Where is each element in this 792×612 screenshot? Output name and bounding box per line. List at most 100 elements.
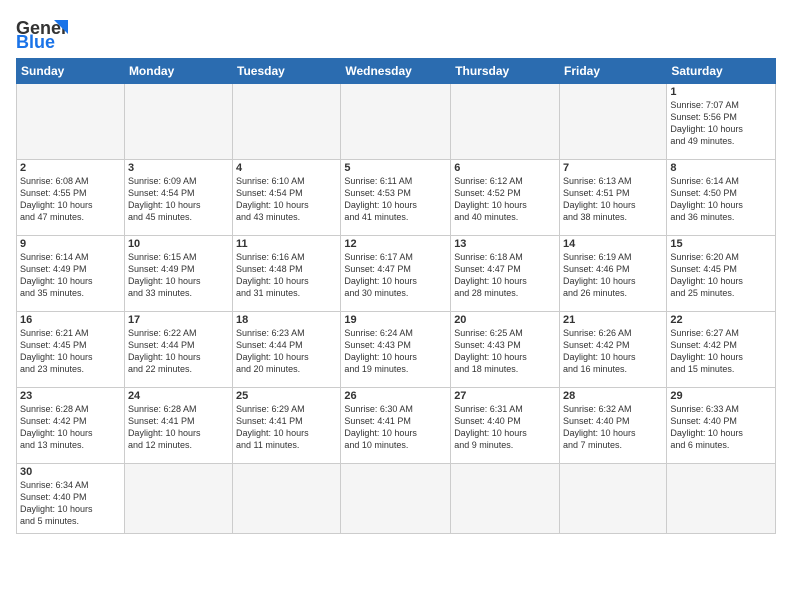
day-number: 30 — [20, 466, 121, 478]
day-info: Sunrise: 6:14 AM Sunset: 4:50 PM Dayligh… — [670, 175, 772, 224]
calendar-cell: 2Sunrise: 6:08 AM Sunset: 4:55 PM Daylig… — [17, 160, 125, 236]
day-info: Sunrise: 6:19 AM Sunset: 4:46 PM Dayligh… — [563, 251, 663, 300]
calendar-week-row: 16Sunrise: 6:21 AM Sunset: 4:45 PM Dayli… — [17, 312, 776, 388]
calendar-cell: 15Sunrise: 6:20 AM Sunset: 4:45 PM Dayli… — [667, 236, 776, 312]
calendar-cell — [560, 464, 667, 534]
calendar-cell: 5Sunrise: 6:11 AM Sunset: 4:53 PM Daylig… — [341, 160, 451, 236]
day-number: 16 — [20, 314, 121, 326]
day-info: Sunrise: 6:28 AM Sunset: 4:41 PM Dayligh… — [128, 403, 229, 452]
calendar-cell: 14Sunrise: 6:19 AM Sunset: 4:46 PM Dayli… — [560, 236, 667, 312]
day-number: 13 — [454, 238, 556, 250]
day-number: 22 — [670, 314, 772, 326]
calendar-cell: 19Sunrise: 6:24 AM Sunset: 4:43 PM Dayli… — [341, 312, 451, 388]
day-info: Sunrise: 6:17 AM Sunset: 4:47 PM Dayligh… — [344, 251, 447, 300]
page: General Blue SundayMondayTuesdayWednesda… — [0, 0, 792, 612]
calendar-cell — [341, 464, 451, 534]
day-info: Sunrise: 6:26 AM Sunset: 4:42 PM Dayligh… — [563, 327, 663, 376]
calendar-cell — [124, 84, 232, 160]
day-number: 27 — [454, 390, 556, 402]
day-info: Sunrise: 6:09 AM Sunset: 4:54 PM Dayligh… — [128, 175, 229, 224]
calendar: SundayMondayTuesdayWednesdayThursdayFrid… — [16, 58, 776, 534]
day-info: Sunrise: 6:14 AM Sunset: 4:49 PM Dayligh… — [20, 251, 121, 300]
calendar-cell: 11Sunrise: 6:16 AM Sunset: 4:48 PM Dayli… — [233, 236, 341, 312]
weekday-header-monday: Monday — [124, 59, 232, 84]
calendar-cell: 25Sunrise: 6:29 AM Sunset: 4:41 PM Dayli… — [233, 388, 341, 464]
day-info: Sunrise: 6:13 AM Sunset: 4:51 PM Dayligh… — [563, 175, 663, 224]
day-info: Sunrise: 6:08 AM Sunset: 4:55 PM Dayligh… — [20, 175, 121, 224]
weekday-header-sunday: Sunday — [17, 59, 125, 84]
day-info: Sunrise: 6:25 AM Sunset: 4:43 PM Dayligh… — [454, 327, 556, 376]
calendar-cell: 26Sunrise: 6:30 AM Sunset: 4:41 PM Dayli… — [341, 388, 451, 464]
weekday-header-friday: Friday — [560, 59, 667, 84]
calendar-cell — [560, 84, 667, 160]
day-info: Sunrise: 6:11 AM Sunset: 4:53 PM Dayligh… — [344, 175, 447, 224]
calendar-cell — [233, 84, 341, 160]
calendar-cell: 21Sunrise: 6:26 AM Sunset: 4:42 PM Dayli… — [560, 312, 667, 388]
day-number: 1 — [670, 86, 772, 98]
calendar-cell: 20Sunrise: 6:25 AM Sunset: 4:43 PM Dayli… — [451, 312, 560, 388]
day-number: 14 — [563, 238, 663, 250]
calendar-week-row: 23Sunrise: 6:28 AM Sunset: 4:42 PM Dayli… — [17, 388, 776, 464]
calendar-week-row: 9Sunrise: 6:14 AM Sunset: 4:49 PM Daylig… — [17, 236, 776, 312]
day-number: 25 — [236, 390, 337, 402]
day-number: 23 — [20, 390, 121, 402]
day-number: 18 — [236, 314, 337, 326]
day-info: Sunrise: 6:32 AM Sunset: 4:40 PM Dayligh… — [563, 403, 663, 452]
day-number: 8 — [670, 162, 772, 174]
calendar-cell: 7Sunrise: 6:13 AM Sunset: 4:51 PM Daylig… — [560, 160, 667, 236]
calendar-cell — [451, 84, 560, 160]
day-info: Sunrise: 6:29 AM Sunset: 4:41 PM Dayligh… — [236, 403, 337, 452]
calendar-week-row: 30Sunrise: 6:34 AM Sunset: 4:40 PM Dayli… — [17, 464, 776, 534]
day-number: 28 — [563, 390, 663, 402]
header: General Blue — [16, 12, 776, 50]
day-info: Sunrise: 6:21 AM Sunset: 4:45 PM Dayligh… — [20, 327, 121, 376]
calendar-week-row: 1Sunrise: 7:07 AM Sunset: 5:56 PM Daylig… — [17, 84, 776, 160]
calendar-cell: 29Sunrise: 6:33 AM Sunset: 4:40 PM Dayli… — [667, 388, 776, 464]
weekday-header-tuesday: Tuesday — [233, 59, 341, 84]
day-info: Sunrise: 6:27 AM Sunset: 4:42 PM Dayligh… — [670, 327, 772, 376]
calendar-cell: 27Sunrise: 6:31 AM Sunset: 4:40 PM Dayli… — [451, 388, 560, 464]
day-info: Sunrise: 6:10 AM Sunset: 4:54 PM Dayligh… — [236, 175, 337, 224]
weekday-header-row: SundayMondayTuesdayWednesdayThursdayFrid… — [17, 59, 776, 84]
day-info: Sunrise: 6:22 AM Sunset: 4:44 PM Dayligh… — [128, 327, 229, 376]
day-number: 26 — [344, 390, 447, 402]
calendar-cell — [341, 84, 451, 160]
day-number: 15 — [670, 238, 772, 250]
day-number: 10 — [128, 238, 229, 250]
day-number: 6 — [454, 162, 556, 174]
day-info: Sunrise: 6:24 AM Sunset: 4:43 PM Dayligh… — [344, 327, 447, 376]
day-number: 2 — [20, 162, 121, 174]
day-number: 5 — [344, 162, 447, 174]
calendar-cell: 1Sunrise: 7:07 AM Sunset: 5:56 PM Daylig… — [667, 84, 776, 160]
weekday-header-saturday: Saturday — [667, 59, 776, 84]
calendar-week-row: 2Sunrise: 6:08 AM Sunset: 4:55 PM Daylig… — [17, 160, 776, 236]
generalblue-logo: General Blue — [16, 12, 68, 50]
calendar-cell: 18Sunrise: 6:23 AM Sunset: 4:44 PM Dayli… — [233, 312, 341, 388]
calendar-cell — [124, 464, 232, 534]
day-info: Sunrise: 6:23 AM Sunset: 4:44 PM Dayligh… — [236, 327, 337, 376]
calendar-cell: 12Sunrise: 6:17 AM Sunset: 4:47 PM Dayli… — [341, 236, 451, 312]
calendar-cell: 13Sunrise: 6:18 AM Sunset: 4:47 PM Dayli… — [451, 236, 560, 312]
logo: General Blue — [16, 12, 68, 50]
day-info: Sunrise: 6:28 AM Sunset: 4:42 PM Dayligh… — [20, 403, 121, 452]
calendar-cell: 6Sunrise: 6:12 AM Sunset: 4:52 PM Daylig… — [451, 160, 560, 236]
day-info: Sunrise: 6:34 AM Sunset: 4:40 PM Dayligh… — [20, 479, 121, 528]
calendar-cell — [667, 464, 776, 534]
calendar-cell — [233, 464, 341, 534]
calendar-cell: 16Sunrise: 6:21 AM Sunset: 4:45 PM Dayli… — [17, 312, 125, 388]
calendar-cell — [17, 84, 125, 160]
calendar-cell — [451, 464, 560, 534]
calendar-cell: 28Sunrise: 6:32 AM Sunset: 4:40 PM Dayli… — [560, 388, 667, 464]
day-number: 12 — [344, 238, 447, 250]
calendar-cell: 24Sunrise: 6:28 AM Sunset: 4:41 PM Dayli… — [124, 388, 232, 464]
calendar-cell: 30Sunrise: 6:34 AM Sunset: 4:40 PM Dayli… — [17, 464, 125, 534]
day-number: 11 — [236, 238, 337, 250]
day-number: 17 — [128, 314, 229, 326]
weekday-header-thursday: Thursday — [451, 59, 560, 84]
calendar-cell: 10Sunrise: 6:15 AM Sunset: 4:49 PM Dayli… — [124, 236, 232, 312]
svg-text:Blue: Blue — [16, 32, 55, 50]
day-info: Sunrise: 6:30 AM Sunset: 4:41 PM Dayligh… — [344, 403, 447, 452]
calendar-cell: 23Sunrise: 6:28 AM Sunset: 4:42 PM Dayli… — [17, 388, 125, 464]
day-number: 7 — [563, 162, 663, 174]
day-info: Sunrise: 6:16 AM Sunset: 4:48 PM Dayligh… — [236, 251, 337, 300]
